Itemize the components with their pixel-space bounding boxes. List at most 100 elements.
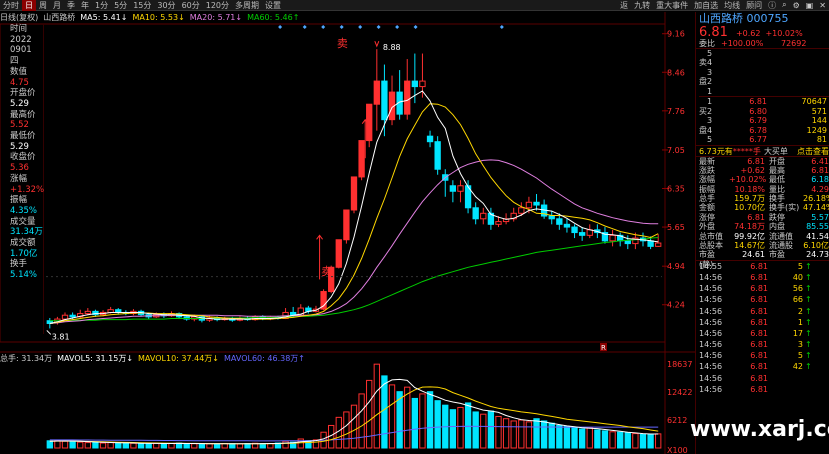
event-marker-icon[interactable]	[339, 25, 344, 29]
quote-key: 外盘	[699, 222, 715, 232]
candle-body	[647, 240, 654, 247]
order-volume	[767, 77, 827, 87]
event-marker-icon[interactable]	[413, 25, 418, 29]
quote-row: 金额 10.70亿换手(实)47.14%	[699, 203, 829, 212]
side-label	[699, 68, 707, 78]
buy_orders-row[interactable]: 买 2 6.80 571	[699, 107, 829, 117]
window-icon[interactable]: ▣	[803, 1, 817, 10]
toolbar-action-3[interactable]: 加自选	[691, 0, 721, 11]
tick-price: 6.81	[750, 340, 768, 350]
watermark-text: www.xarj.com	[690, 417, 829, 442]
info-value: 31.34万	[10, 227, 43, 238]
click-view-link[interactable]: 点击查看	[797, 146, 829, 156]
sell_orders-row[interactable]: 卖4	[699, 58, 829, 68]
high-price-label: 8.88	[383, 43, 401, 52]
tick-volume: 5	[797, 351, 803, 361]
stars-text: *****手	[732, 146, 761, 156]
candle-body	[472, 207, 479, 220]
tick-row: 14:56 6.81 2 ↑	[696, 306, 829, 317]
volume-bar	[609, 431, 616, 449]
event-marker-icon[interactable]	[321, 25, 326, 29]
event-marker-icon[interactable]	[395, 25, 400, 29]
level-label: 5	[707, 135, 713, 144]
volume-bar	[655, 433, 662, 449]
quote-key: 内盘	[769, 222, 785, 232]
order-volume: 1249	[806, 125, 827, 135]
tick-row: 14:56 6.81 40 ↑	[696, 272, 829, 283]
big-order-row: 6.73元有 *****手 大买单 点击查看	[696, 146, 829, 157]
level-label: 1	[707, 97, 713, 106]
tick-arrow: ↑	[805, 295, 812, 305]
volume-bar	[464, 402, 472, 449]
volume-bar	[168, 442, 175, 449]
order-price	[722, 77, 767, 87]
tick-time: 14:56	[699, 295, 723, 305]
quote-key: 最高	[769, 165, 785, 175]
quote-row: 涨幅 +10.02% 最低 6.18	[699, 175, 829, 184]
toolbar-action-4[interactable]: 均线	[721, 0, 743, 11]
info-label: 成交额	[10, 238, 36, 249]
toolbar-action-5[interactable]: 顾问	[743, 0, 765, 11]
volume-bar	[426, 391, 434, 449]
volume-bar	[191, 443, 198, 449]
info-icon[interactable]: ⓘ	[765, 0, 779, 11]
candle-body-filled	[374, 81, 380, 105]
volume-bar	[107, 442, 114, 449]
sell_orders-row[interactable]: 5	[699, 49, 829, 59]
buy_orders-row[interactable]: 盘 4 6.78 1249	[699, 126, 829, 136]
buy_orders-row[interactable]: 3 6.79 144	[699, 116, 829, 126]
sell_orders-row[interactable]: 1	[699, 87, 829, 97]
volume-bar	[145, 443, 152, 449]
event-marker-icon[interactable]	[278, 25, 283, 29]
event-marker-icon[interactable]	[358, 25, 363, 29]
candle-body	[525, 201, 533, 209]
order-price: 6.81	[749, 97, 767, 106]
volume-bar	[282, 440, 289, 449]
quote-key: 流通股	[769, 241, 793, 251]
info-label: 开盘价	[10, 88, 36, 99]
quote-row: 外盘 74.18万内盘 85.55万	[699, 222, 829, 231]
tick-arrow	[803, 373, 805, 384]
order-price	[722, 68, 767, 78]
weicha-value: 72692	[781, 39, 807, 48]
candle-body	[69, 314, 76, 318]
sell-signal-label: 卖	[337, 37, 348, 50]
tick-time: 14:56	[699, 317, 723, 327]
candle-body	[609, 234, 616, 242]
quote-value: 26.18%	[803, 194, 829, 204]
settings-icon[interactable]: ⚙	[790, 1, 803, 10]
candle-body	[556, 218, 563, 225]
sell_orders-row[interactable]: 盘2	[699, 77, 829, 87]
event-marker-icon[interactable]	[499, 25, 504, 29]
buy_orders-row[interactable]: 1 6.81 70647	[699, 97, 829, 107]
order-price: 6.78	[749, 125, 767, 135]
level-label: 2	[707, 77, 713, 86]
event-marker-icon[interactable]	[376, 25, 381, 29]
order-volume: 144	[811, 116, 827, 125]
volume-bar	[229, 443, 236, 449]
candle-body-filled	[358, 140, 365, 177]
order-price	[722, 87, 767, 97]
close-icon[interactable]: ✕	[816, 1, 829, 10]
quote-row: 涨跌 +0.62 最高 6.81	[699, 166, 829, 175]
volume-bar	[632, 433, 639, 449]
volume-bar	[122, 442, 130, 449]
candlestick-chart[interactable]: 9.16 8.46 7.76 7.05 6.35 5.65 4.94 4.24 18637 124…	[0, 0, 695, 454]
volume-bar	[388, 384, 396, 449]
search-icon[interactable]: ⌕	[779, 0, 789, 10]
y-tick-label: 5.65	[667, 223, 685, 232]
quote-key: 涨停	[699, 212, 715, 222]
tick-time: 14:55	[699, 261, 723, 271]
sell_orders-row[interactable]: 3	[699, 68, 829, 78]
event-marker-icon[interactable]	[302, 25, 307, 29]
volume-bar	[510, 420, 517, 449]
quote-row: 最新 6.81 开盘 6.41	[699, 157, 829, 166]
candle-body	[434, 141, 441, 170]
candle-body	[533, 201, 540, 206]
quote-value: 99.92亿	[734, 231, 765, 241]
buy_orders-row[interactable]: 5 6.77 81	[699, 135, 829, 145]
info-value: +1.32%	[10, 184, 45, 195]
quote-key: 最新	[699, 156, 715, 166]
volume-bar	[137, 442, 145, 449]
info-label: 收盘价	[10, 152, 36, 163]
